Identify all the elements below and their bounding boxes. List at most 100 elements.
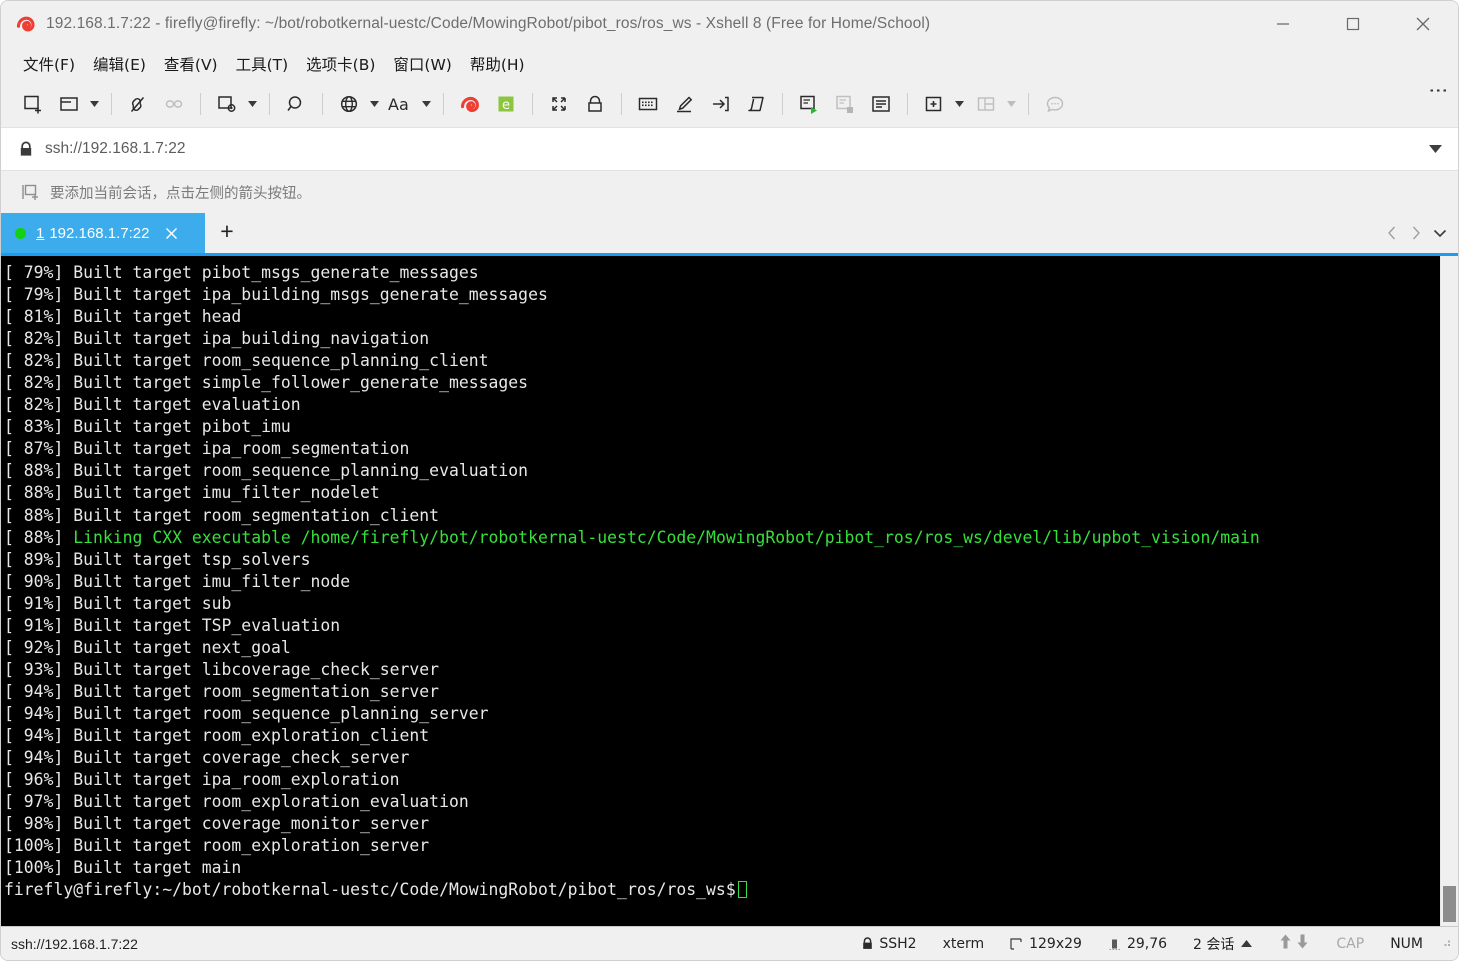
address-chevron-down-icon[interactable] bbox=[1429, 128, 1442, 170]
link-icon bbox=[156, 88, 192, 120]
session-properties-icon[interactable] bbox=[209, 88, 245, 120]
add-session-icon[interactable] bbox=[21, 182, 41, 202]
terminal-prompt-text: firefly@firefly:~/bot/robotkernal-uestc/… bbox=[4, 880, 736, 900]
arrow-up-icon bbox=[1278, 933, 1293, 954]
menu-help[interactable]: 帮助(H) bbox=[462, 50, 533, 78]
toolbar-overflow-icon[interactable]: ⋮ bbox=[1426, 81, 1448, 127]
status-cursor: 29,76 bbox=[1095, 936, 1180, 952]
session-properties-chevron-down-icon[interactable] bbox=[245, 88, 259, 120]
split-layout-icon bbox=[968, 88, 1004, 120]
terminal-line: [ 94%] Built target coverage_check_serve… bbox=[4, 748, 410, 768]
address-value[interactable]: ssh://192.168.1.7:22 bbox=[45, 140, 185, 158]
terminal-line: [ 94%] Built target room_segmentation_se… bbox=[4, 681, 440, 701]
xshell-window: 192.168.1.7:22 - firefly@firefly: ~/bot/… bbox=[0, 0, 1459, 961]
xftp-icon[interactable]: e bbox=[488, 88, 524, 120]
terminal-line-highlight: Linking CXX executable /home/firefly/bot… bbox=[73, 527, 1260, 547]
session-hint-text: 要添加当前会话，点击左侧的箭头按钮。 bbox=[50, 185, 311, 202]
tab-bar: 1 192.168.1.7:22 + bbox=[1, 213, 1458, 256]
terminal-scrollbar-thumb[interactable] bbox=[1443, 886, 1456, 922]
globe-encoding-icon[interactable] bbox=[331, 88, 367, 120]
terminal-line: [ 90%] Built target imu_filter_node bbox=[4, 571, 351, 591]
toolbar-separator bbox=[907, 93, 908, 115]
minimize-button[interactable] bbox=[1248, 1, 1318, 47]
compose-pane-icon[interactable] bbox=[863, 88, 899, 120]
open-folder-chevron-down-icon[interactable] bbox=[87, 88, 101, 120]
title-bar: 192.168.1.7:22 - firefly@firefly: ~/bot/… bbox=[1, 1, 1458, 47]
terminal-line: [ 79%] Built target pibot_msgs_generate_… bbox=[4, 263, 479, 282]
terminal-line: [ 82%] Built target evaluation bbox=[4, 395, 301, 415]
window-title: 192.168.1.7:22 - firefly@firefly: ~/bot/… bbox=[46, 15, 931, 32]
terminal-line: [ 91%] Built target sub bbox=[4, 593, 232, 613]
status-size-label: 129x29 bbox=[1029, 935, 1082, 952]
status-cursor-label: 29,76 bbox=[1126, 935, 1168, 952]
search-icon[interactable] bbox=[278, 88, 314, 120]
status-sessions-chevron-up-icon[interactable] bbox=[1241, 940, 1253, 947]
tab-prev-chevron-left-icon[interactable] bbox=[1380, 213, 1404, 253]
terminal-line: [ 87%] Built target ipa_room_segmentatio… bbox=[4, 439, 410, 459]
status-transfer bbox=[1265, 933, 1323, 954]
terminal-line: [ 83%] Built target pibot_imu bbox=[4, 417, 291, 437]
font-size-chevron-down-icon[interactable] bbox=[419, 88, 433, 120]
maximize-button[interactable] bbox=[1318, 1, 1388, 47]
font-size-icon[interactable]: Aa bbox=[383, 88, 419, 120]
scroll-log-icon[interactable] bbox=[738, 88, 774, 120]
xshell-spiral-logo-icon bbox=[15, 13, 37, 35]
status-sessions[interactable]: 2 会话 bbox=[1180, 934, 1265, 954]
toolbar-separator bbox=[782, 93, 783, 115]
toolbar-separator bbox=[1028, 93, 1029, 115]
keyboard-icon[interactable] bbox=[630, 88, 666, 120]
toolbar-separator bbox=[621, 93, 622, 115]
split-layout-chevron-down-icon bbox=[1004, 88, 1018, 120]
close-button[interactable] bbox=[1388, 1, 1458, 47]
fullscreen-icon[interactable] bbox=[541, 88, 577, 120]
terminal-scrollbar[interactable] bbox=[1440, 256, 1458, 926]
address-bar[interactable]: ssh://192.168.1.7:22 bbox=[1, 127, 1458, 171]
status-term-type: xterm bbox=[942, 935, 985, 952]
globe-encoding-chevron-down-icon[interactable] bbox=[367, 88, 381, 120]
script-run-icon[interactable] bbox=[791, 88, 827, 120]
script-stop-icon bbox=[827, 88, 863, 120]
terminal-output[interactable]: [ 79%] Built target pibot_msgs_generate_… bbox=[1, 256, 1440, 926]
terminal-line: [100%] Built target main bbox=[4, 858, 242, 878]
status-caps: CAP bbox=[1336, 935, 1365, 952]
new-session-icon[interactable] bbox=[15, 88, 51, 120]
status-protocol-label: SSH2 bbox=[879, 935, 917, 952]
svg-text:Aa: Aa bbox=[388, 95, 409, 114]
resize-grip-icon[interactable] bbox=[1436, 936, 1452, 951]
menu-tools[interactable]: 工具(T) bbox=[228, 50, 297, 78]
terminal-line-prefix: [ 88%] bbox=[4, 527, 74, 547]
new-tab-button[interactable]: + bbox=[205, 213, 249, 253]
add-pane-icon[interactable] bbox=[916, 88, 952, 120]
terminal-line: [ 79%] Built target ipa_building_msgs_ge… bbox=[4, 285, 548, 305]
terminal-prompt: firefly@firefly:~/bot/robotkernal-uestc/… bbox=[4, 879, 1440, 901]
lock-session-icon[interactable] bbox=[577, 88, 613, 120]
terminal-line: [ 88%] Built target imu_filter_nodelet bbox=[4, 483, 380, 503]
tab-number: 1 bbox=[36, 224, 45, 242]
svg-text:e: e bbox=[502, 98, 510, 113]
tab-next-chevron-right-icon[interactable] bbox=[1404, 213, 1428, 253]
tab-session-1[interactable]: 1 192.168.1.7:22 bbox=[1, 213, 205, 253]
open-folder-icon[interactable] bbox=[51, 88, 87, 120]
tab-label: 192.168.1.7:22 bbox=[49, 224, 150, 242]
send-key-icon[interactable] bbox=[702, 88, 738, 120]
arrow-down-icon bbox=[1295, 933, 1310, 954]
menu-window[interactable]: 窗口(W) bbox=[385, 50, 459, 78]
tab-close-icon[interactable] bbox=[165, 227, 178, 240]
terminal-area: [ 79%] Built target pibot_msgs_generate_… bbox=[1, 256, 1458, 927]
terminal-line: [ 96%] Built target ipa_room_exploration bbox=[4, 770, 400, 790]
xshell-icon[interactable] bbox=[452, 88, 488, 120]
add-pane-chevron-down-icon[interactable] bbox=[952, 88, 966, 120]
terminal-line: [ 94%] Built target room_exploration_cli… bbox=[4, 725, 430, 745]
disconnect-icon[interactable] bbox=[120, 88, 156, 120]
status-connection: ssh://192.168.1.7:22 bbox=[11, 935, 138, 952]
menu-tabs[interactable]: 选项卡(B) bbox=[298, 50, 383, 78]
terminal-line: [ 88%] Built target room_sequence_planni… bbox=[4, 461, 529, 481]
highlight-icon[interactable] bbox=[666, 88, 702, 120]
connected-dot-icon bbox=[15, 227, 26, 239]
menu-view[interactable]: 查看(V) bbox=[156, 50, 226, 78]
toolbar: Aa e ⋮ bbox=[1, 81, 1458, 127]
terminal-line: [ 88%] Built target room_segmentation_cl… bbox=[4, 505, 440, 525]
menu-edit[interactable]: 编辑(E) bbox=[85, 50, 154, 78]
tab-list-chevron-down-icon[interactable] bbox=[1428, 213, 1452, 253]
menu-file[interactable]: 文件(F) bbox=[15, 50, 83, 78]
